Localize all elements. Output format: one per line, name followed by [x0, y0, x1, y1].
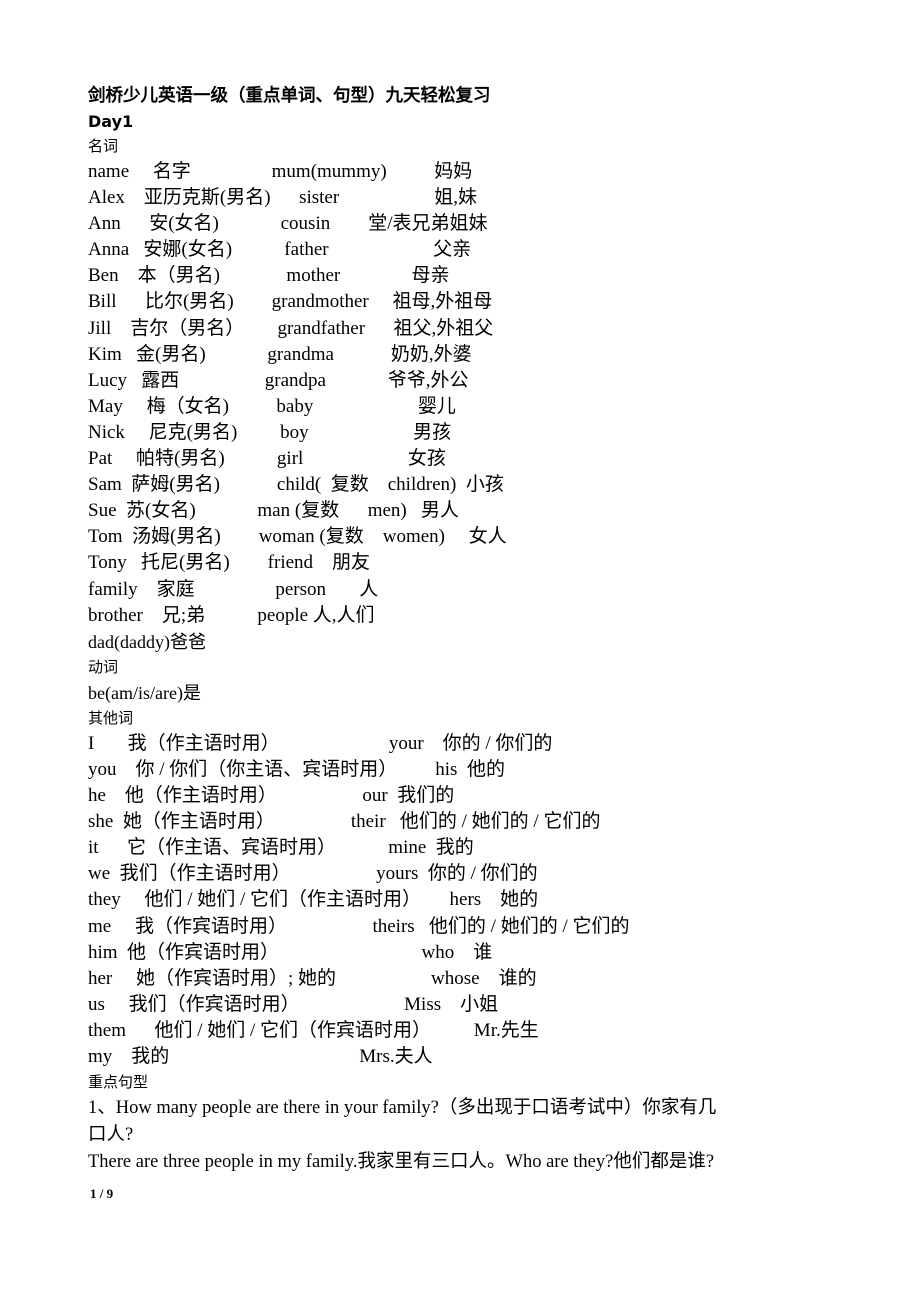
verb-list: be(am/is/are)是	[88, 680, 888, 706]
list-item: brother 兄;弟 people 人,人们	[88, 604, 375, 626]
list-item: name 名字 mum(mummy) 妈妈	[88, 161, 473, 182]
list-item: I 我（作主语时用） your 你的 / 你们的	[88, 732, 553, 754]
list-item: May 梅（女名) baby 婴儿	[88, 395, 456, 417]
list-item: Jill 吉尔（男名） grandfather 祖父,外祖父	[88, 317, 494, 339]
list-item: Sam 萨姆(男名) child( 复数 children) 小孩	[88, 474, 504, 496]
list-item: my 我的 Mrs.夫人	[88, 1046, 433, 1067]
other-words-list: I 我（作主语时用） your 你的 / 你们的 you 你 / 你们（你主语、…	[88, 731, 888, 1070]
list-item: it 它（作主语、宾语时用） mine 我的	[88, 837, 474, 859]
section-heading-sentence-patterns: 重点句型	[88, 1073, 149, 1092]
list-item: Sue 苏(女名) man (复数 men) 男人	[88, 500, 459, 522]
list-item: us 我们（作宾语时用） Miss 小姐	[88, 993, 499, 1015]
noun-list: name 名字 mum(mummy) 妈妈 Alex 亚历克斯(男名) sist…	[88, 159, 888, 655]
list-item: Pat 帕特(男名) girl 女孩	[88, 448, 446, 470]
list-item: her 她（作宾语时用）; 她的 whose 谁的	[88, 967, 537, 989]
list-item: Tony 托尼(男名) friend 朋友	[88, 552, 371, 574]
list-item: 1、How many people are there in your fami…	[88, 1098, 717, 1119]
list-item: There are three people in my family.我家里有…	[88, 1152, 715, 1173]
page-title: 剑桥少儿英语一级（重点单词、句型）九天轻松复习	[88, 86, 491, 106]
document-content: 剑桥少儿英语一级（重点单词、句型）九天轻松复习 Day1 名词 name 名字 …	[88, 83, 888, 1176]
list-item: Kim 金(男名) grandma 奶奶,外婆	[88, 343, 472, 365]
list-item: Ann 安(女名) cousin 堂/表兄弟姐妹	[88, 213, 488, 235]
day-heading: Day1	[88, 112, 134, 131]
page-number-footer: 1 / 9	[90, 1186, 114, 1201]
list-item: be(am/is/are)是	[88, 682, 201, 703]
list-item: Anna 安娜(女名) father 父亲	[88, 239, 472, 261]
section-heading-verbs: 动词	[88, 657, 119, 676]
list-item: he 他（作主语时用） our 我们的	[88, 785, 455, 807]
document-page: 剑桥少儿英语一级（重点单词、句型）九天轻松复习 Day1 名词 name 名字 …	[0, 0, 920, 1302]
section-heading-nouns: 名词	[88, 137, 119, 155]
list-item: we 我们（作主语时用） yours 你的 / 你们的	[88, 863, 538, 885]
list-item: Lucy 露西 grandpa 爷爷,外公	[88, 369, 469, 391]
list-item: Nick 尼克(男名) boy 男孩	[88, 421, 452, 443]
list-item: him 他（作宾语时用） who 谁	[88, 941, 493, 963]
sentence-pattern-list: 1、How many people are there in your fami…	[88, 1095, 888, 1176]
list-item: 口人?	[88, 1125, 134, 1146]
section-heading-others: 其他词	[88, 708, 134, 727]
list-item: dad(daddy)爸爸	[88, 631, 206, 652]
list-item: they 他们 / 她们 / 它们（作主语时用） hers 她的	[88, 889, 539, 911]
list-item: Tom 汤姆(男名) woman (复数 women) 女人	[88, 526, 507, 548]
list-item: family 家庭 person 人	[88, 578, 379, 600]
list-item: Ben 本（男名) mother 母亲	[88, 265, 450, 287]
list-item: me 我（作宾语时用） theirs 他们的 / 她们的 / 它们的	[88, 915, 630, 937]
list-item: she 她（作主语时用） their 他们的 / 她们的 / 它们的	[88, 811, 601, 833]
list-item: Alex 亚历克斯(男名) sister 姐,妹	[88, 187, 477, 209]
list-item: Bill 比尔(男名) grandmother 祖母,外祖母	[88, 291, 493, 313]
list-item: you 你 / 你们（你主语、宾语时用） his 他的	[88, 758, 505, 780]
list-item: them 他们 / 她们 / 它们（作宾语时用） Mr.先生	[88, 1019, 539, 1041]
